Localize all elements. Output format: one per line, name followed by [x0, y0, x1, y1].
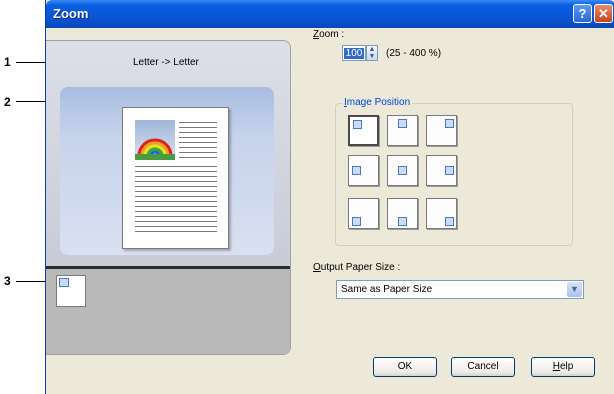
text-line [135, 176, 217, 177]
text-line [179, 142, 217, 143]
text-line [135, 166, 217, 167]
image-position-title: Image Position [342, 97, 413, 108]
zoom-range-text: (25 - 400 %) [386, 48, 442, 59]
text-line [179, 152, 217, 153]
position-top-center-button[interactable] [387, 115, 418, 146]
cancel-button[interactable]: Cancel [451, 357, 515, 377]
title-bar[interactable]: Zoom ? ✕ [46, 0, 614, 28]
ok-button[interactable]: OK [373, 357, 437, 377]
close-icon[interactable]: ✕ [594, 4, 613, 23]
text-line [179, 132, 217, 133]
callout-1: 1 [4, 55, 11, 69]
preview-top-area: Letter -> Letter [46, 41, 290, 266]
position-middle-left-button[interactable] [348, 155, 379, 186]
callout-2: 2 [4, 95, 11, 109]
help-icon[interactable]: ? [573, 4, 592, 23]
text-line [135, 221, 217, 222]
preview-page [122, 107, 229, 249]
text-line [135, 226, 217, 227]
text-line [135, 201, 217, 202]
zoom-input[interactable]: 100 [342, 45, 366, 61]
output-paper-size-value: Same as Paper Size [341, 284, 433, 295]
position-marker-icon [59, 278, 69, 287]
text-line [179, 127, 217, 128]
window-title: Zoom [53, 6, 89, 21]
position-center-button[interactable] [387, 155, 418, 186]
output-paper-size-select[interactable]: Same as Paper Size ▼ [336, 280, 584, 299]
position-top-left-button[interactable] [348, 115, 379, 146]
paper-size-text: Letter -> Letter [133, 57, 199, 68]
text-line [179, 147, 217, 148]
text-line [179, 137, 217, 138]
rainbow-image-icon [135, 120, 175, 160]
text-line [135, 231, 217, 232]
text-line [135, 186, 217, 187]
text-line [135, 211, 217, 212]
text-line [135, 216, 217, 217]
zoom-spinner[interactable]: ▲ ▼ [366, 45, 378, 61]
zoom-dialog: Zoom ? ✕ Letter -> Letter Zoom: 100 ▲ ▼… [45, 0, 614, 394]
text-line [135, 191, 217, 192]
text-line [135, 181, 217, 182]
output-paper-size-label: Output Paper Size : [313, 262, 401, 273]
position-bottom-center-button[interactable] [387, 198, 418, 229]
position-bottom-left-button[interactable] [348, 198, 379, 229]
text-line [135, 206, 217, 207]
position-bottom-right-button[interactable] [426, 198, 457, 229]
callout-3: 3 [4, 274, 11, 288]
position-middle-right-button[interactable] [426, 155, 457, 186]
preview-pane: Letter -> Letter [46, 40, 291, 355]
text-line [179, 157, 217, 158]
help-button[interactable]: Help [531, 357, 595, 377]
text-line [179, 122, 217, 123]
chevron-down-icon[interactable]: ▼ [567, 282, 582, 297]
page-preview-area [60, 87, 274, 255]
zoom-label: Zoom : [313, 29, 345, 40]
text-line [135, 196, 217, 197]
position-top-right-button[interactable] [426, 115, 457, 146]
text-line [135, 171, 217, 172]
preview-thumbnail-area [46, 269, 290, 354]
position-thumbnail [56, 275, 86, 307]
